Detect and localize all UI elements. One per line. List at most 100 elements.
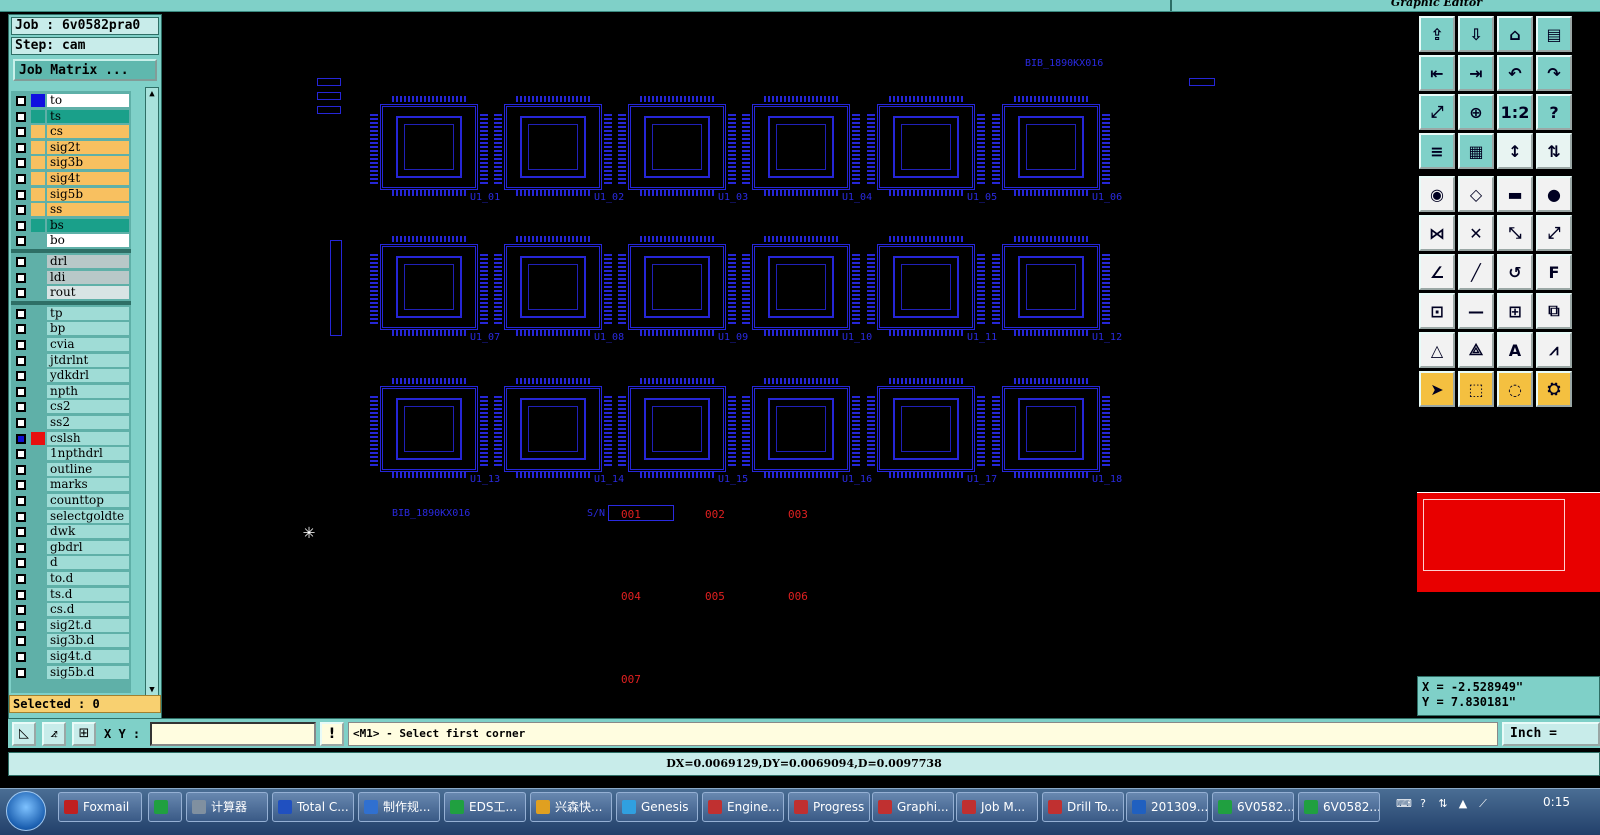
layer-name[interactable]: tp	[47, 306, 129, 320]
move-to-top-icon[interactable]: ⇪	[1419, 16, 1455, 52]
layer-name[interactable]: counttop	[47, 494, 129, 507]
layer-color-swatch[interactable]	[31, 203, 45, 217]
scroll-up-icon[interactable]: ▲	[147, 89, 157, 99]
layer-name[interactable]: cs.d	[47, 603, 129, 617]
taskbar-button[interactable]: 6V0582...	[1212, 792, 1294, 822]
layer-color-swatch[interactable]	[31, 462, 45, 476]
grid-mode-icon[interactable]: ⊞	[72, 722, 96, 746]
grid-icon[interactable]: ▦	[1458, 133, 1494, 169]
snap-mode-icon[interactable]: ◺	[12, 722, 36, 746]
layer-color-swatch[interactable]	[31, 447, 45, 461]
layer-row[interactable]: dwk	[11, 524, 131, 539]
layer-row[interactable]: drl	[11, 254, 131, 269]
layer-name[interactable]: sig5b	[47, 187, 129, 201]
layer-row[interactable]: sig5b	[11, 187, 131, 202]
socket-module[interactable]: U1_09	[618, 234, 748, 343]
socket-module[interactable]: U1_12	[992, 234, 1122, 343]
layer-color-swatch[interactable]	[31, 156, 45, 170]
layer-color-swatch[interactable]	[31, 572, 45, 585]
layer-checkbox[interactable]	[16, 174, 26, 184]
layer-preview[interactable]	[1417, 492, 1600, 592]
line-join-icon[interactable]: ⤡	[1497, 215, 1533, 251]
layer-name[interactable]: ts.d	[47, 587, 129, 601]
layer-name[interactable]: sig2t.d	[47, 618, 129, 632]
layer-row[interactable]: npth	[11, 384, 131, 399]
job-matrix-button[interactable]: Job Matrix ...	[13, 59, 157, 81]
layer-name[interactable]: dwk	[47, 525, 129, 539]
taskbar-button[interactable]: 计算器	[186, 792, 268, 822]
socket-module[interactable]: U1_15	[618, 376, 748, 485]
socket-module[interactable]: U1_11	[867, 234, 997, 343]
taskbar-button[interactable]: Total C...	[272, 792, 354, 822]
layer-name[interactable]: cslsh	[47, 431, 129, 445]
layer-checkbox[interactable]	[16, 189, 26, 200]
zoom-center-icon[interactable]: ⊕	[1458, 94, 1494, 130]
layer-name[interactable]: gbdrl	[47, 540, 129, 554]
layer-color-swatch[interactable]	[31, 618, 45, 632]
layer-list-scrollbar[interactable]: ▲ ▼	[145, 87, 159, 697]
layer-checkbox[interactable]	[16, 220, 26, 231]
layer-row[interactable]: sig5b.d	[11, 665, 131, 680]
select-group-icon[interactable]: ⛭	[1536, 371, 1572, 407]
network-icon[interactable]: ⇅	[1436, 797, 1450, 811]
polygon-icon[interactable]: ◇	[1458, 176, 1494, 212]
layer-row[interactable]: counttop	[11, 493, 131, 508]
layer-checkbox[interactable]	[16, 324, 26, 335]
taskbar-button[interactable]: 制作规...	[358, 792, 440, 822]
snap-icon[interactable]: ↕	[1497, 133, 1533, 169]
socket-module[interactable]: U1_06	[992, 94, 1122, 203]
alert-button[interactable]: !	[320, 722, 344, 746]
layer-row[interactable]: sig4t	[11, 171, 131, 186]
layer-row[interactable]: tp	[11, 306, 131, 321]
layer-name[interactable]: ts	[47, 109, 129, 123]
layer-name[interactable]: rout	[47, 286, 129, 300]
layer-checkbox[interactable]	[16, 464, 26, 475]
layer-checkbox[interactable]	[16, 636, 26, 647]
socket-module[interactable]: U1_13	[370, 376, 500, 485]
layer-name[interactable]: jtdrlnt	[47, 353, 129, 367]
socket-module[interactable]: U1_04	[742, 94, 872, 203]
taskbar-button[interactable]: 兴森快...	[530, 792, 612, 822]
layer-name[interactable]: 1npthdrl	[47, 447, 129, 461]
layer-color-swatch[interactable]	[31, 369, 45, 383]
layer-checkbox[interactable]	[16, 127, 26, 138]
taskbar-button[interactable]: Genesis	[616, 792, 698, 822]
layer-row[interactable]: ldi	[11, 270, 131, 285]
layer-checkbox[interactable]	[16, 158, 26, 169]
layer-row[interactable]: sig2t.d	[11, 618, 131, 633]
layer-color-swatch[interactable]	[31, 587, 45, 601]
layer-checkbox[interactable]	[16, 542, 26, 553]
layer-name[interactable]: marks	[47, 478, 129, 492]
layer-name[interactable]: ydkdrl	[47, 369, 129, 383]
layer-row[interactable]: jtdrlnt	[11, 353, 131, 368]
layer-color-swatch[interactable]	[31, 556, 45, 570]
layer-row[interactable]: cslsh	[11, 431, 131, 446]
layer-color-swatch[interactable]	[31, 416, 45, 429]
layer-row[interactable]: outline	[11, 462, 131, 477]
layer-name[interactable]: sig3b.d	[47, 634, 129, 648]
layer-color-swatch[interactable]	[31, 525, 45, 539]
layer-checkbox[interactable]	[16, 605, 26, 616]
scroll-down-icon[interactable]: ▼	[147, 685, 157, 695]
layer-name[interactable]: sig4t	[47, 172, 129, 185]
socket-module[interactable]: U1_05	[867, 94, 997, 203]
socket-module[interactable]: U1_10	[742, 234, 872, 343]
layer-color-swatch[interactable]	[31, 634, 45, 648]
layer-color-swatch[interactable]	[31, 509, 45, 523]
socket-module[interactable]: U1_14	[494, 376, 624, 485]
layer-color-swatch[interactable]	[31, 338, 45, 351]
layer-name[interactable]: cvia	[47, 338, 129, 351]
layer-checkbox[interactable]	[16, 142, 26, 153]
layer-name[interactable]: outline	[47, 462, 129, 476]
layer-checkbox[interactable]	[16, 236, 26, 247]
socket-module[interactable]: U1_03	[618, 94, 748, 203]
layer-row[interactable]: rout	[11, 285, 131, 300]
one-to-two-icon[interactable]: 1:2	[1497, 94, 1533, 130]
angle-icon[interactable]: ∠	[1419, 254, 1455, 290]
undo-icon[interactable]: ↶	[1497, 55, 1533, 91]
layer-color-swatch[interactable]	[31, 540, 45, 554]
taskbar-button[interactable]: Graphi...	[872, 792, 954, 822]
triangle-line-icon[interactable]: ⟁	[1458, 332, 1494, 368]
select-circle-icon[interactable]: ◌	[1497, 371, 1533, 407]
circle-icon[interactable]: ●	[1536, 176, 1572, 212]
